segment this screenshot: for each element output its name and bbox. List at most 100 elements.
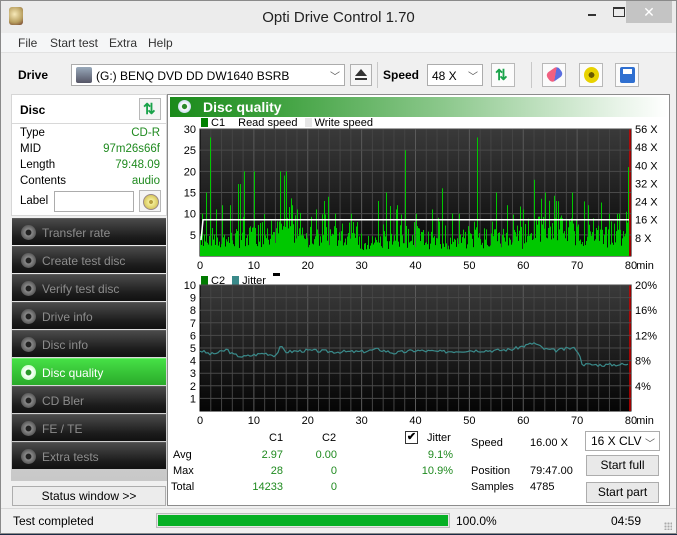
c1-bar [435,245,436,256]
c1-bar [289,207,290,256]
c1-bar [585,245,586,256]
c1-bar [322,214,323,256]
c1-bar [496,192,497,256]
c1-bar [370,245,371,256]
c1-bar [542,224,543,256]
c1-bar [373,244,374,256]
resize-grip[interactable] [664,522,672,530]
c1-bar [389,241,390,256]
c1-bar [605,227,606,256]
c1-bar [224,234,225,256]
c1-bar [374,242,375,256]
c1-bar [307,238,308,256]
c1-bar [413,244,414,256]
c1-bar [571,218,572,256]
c1-bar [280,171,281,256]
jitter-checkbox[interactable]: ✔ [405,431,418,444]
c1-bar [411,240,412,256]
c1-bar [622,238,623,256]
c1-bar [339,232,340,256]
c1-bar [552,223,553,256]
test-speed-select[interactable]: 16 X CLV ﹀ [585,431,660,451]
c1-bar [350,238,351,256]
c1-bar [271,220,272,256]
c1-bar [273,231,274,256]
c1-bar [230,205,231,256]
x-tick-label: 40 [409,415,421,427]
c1-bar [346,244,347,256]
c1-bar [209,236,210,256]
c1-bar [602,229,603,256]
c1-bar [265,235,266,256]
c1-bar [333,234,334,256]
c1-bar [404,243,405,256]
c1-bar [324,200,325,256]
c1-bar [298,236,299,256]
c1-bar [414,222,415,256]
c1-bar [454,238,455,256]
c1-bar [272,234,273,256]
start-full-button[interactable]: Start full [586,455,659,476]
c1-bar [294,242,295,256]
app-window: Opti Drive Control 1.70 ✕ File Start tes… [0,0,677,534]
c1-bar [524,243,525,256]
c1-bar [581,244,582,256]
c1-bar [444,246,445,256]
c1-bar [376,239,377,256]
c1-bar [441,248,442,256]
c1-bar [332,233,333,256]
c1-bar [611,221,612,256]
c1-bar [543,216,544,256]
c1-bar [394,235,395,256]
y-tick-label: 10 [184,209,196,221]
c1-bar [519,230,520,256]
c1-bar [354,233,355,256]
c1-bar [392,244,393,256]
start-part-button[interactable]: Start part [586,482,659,503]
c1-bar [274,232,275,256]
c1-bar [439,221,440,256]
c1-bar [530,233,531,256]
c1-bar [277,221,278,256]
c1-bar [388,248,389,256]
c1-bar [467,244,468,256]
c1-bar [206,192,207,256]
c1-bar [527,236,528,256]
c1-bar [570,221,571,256]
c1-bar [513,214,514,256]
c1-bar [315,236,316,256]
c1-bar [500,243,501,256]
c1-bar [596,228,597,256]
c1-bar [415,246,416,256]
c1-bar [342,223,343,256]
c1-bar [521,226,522,256]
elapsed-time: 04:59 [611,514,642,528]
c1-bar [371,243,372,256]
samples-value: 4785 [530,481,555,493]
progress-percent: 100.0% [456,514,497,528]
c1-bar [282,229,283,256]
c1-bar [285,227,286,256]
c1-bar [290,226,291,256]
c1-bar [409,242,410,256]
c1-bar [283,226,284,256]
c1-bar [509,237,510,256]
y-tick-label: 5 [190,343,196,355]
c1-bar [420,241,421,256]
c1-bar [227,241,228,256]
c1-bar [326,227,327,256]
c1-bar [402,235,403,256]
c1-bar [595,239,596,256]
y-tick-label: 30 [184,124,196,136]
c1-bar [295,215,296,256]
c1-bar [613,244,614,256]
x-tick-label: 20 [302,260,314,272]
c1-bar [491,233,492,256]
c1-bar [486,229,487,256]
c1-bar [291,198,292,256]
y-tick-label: 2 [190,381,196,393]
c1-bar [352,233,353,256]
c1-bar [328,196,329,256]
c1-bar [368,235,369,256]
c1-bar [369,248,370,256]
